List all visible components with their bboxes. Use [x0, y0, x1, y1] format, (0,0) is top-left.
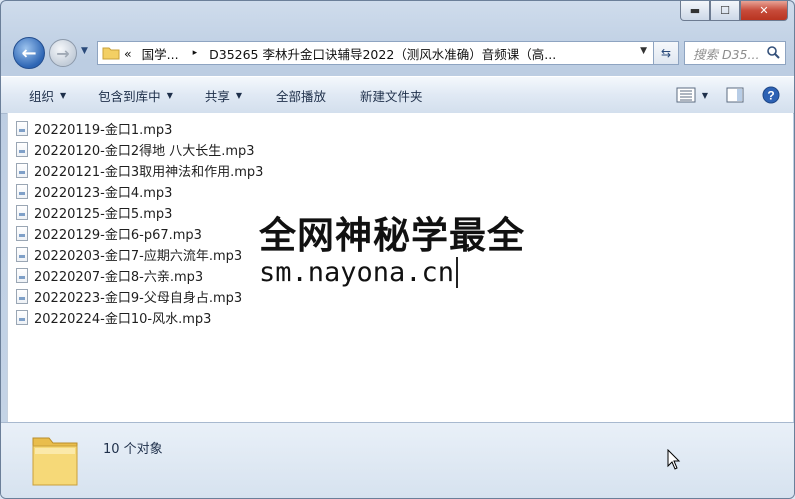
organize-button[interactable]: 组织 ▼	[19, 81, 76, 109]
list-item[interactable]: 20220123-金口4.mp3	[16, 181, 172, 202]
list-item[interactable]: 20220223-金口9-父母自身占.mp3	[16, 286, 242, 307]
chevron-down-icon: ▼	[701, 90, 708, 100]
address-bar[interactable]: « 国学... ▸ D35265 李林升金口诀辅导2022（测风水准确）音频课（…	[97, 41, 654, 65]
more-views-dropdown[interactable]: ▼	[700, 81, 714, 109]
audio-file-icon	[16, 289, 28, 304]
audio-file-icon	[16, 268, 28, 283]
file-name: 20220123-金口4.mp3	[34, 186, 173, 201]
list-item[interactable]: 20220121-金口3取用神法和作用.mp3	[16, 160, 263, 181]
explorer-window: ▬ ☐ ✕ ← → ▼ « 国学... ▸ D35265 李林升金口诀辅导202…	[0, 0, 795, 499]
breadcrumb-separator-icon[interactable]: ▸	[193, 48, 198, 58]
list-item[interactable]: 20220207-金口8-六亲.mp3	[16, 265, 203, 286]
list-item[interactable]: 20220125-金口5.mp3	[16, 202, 172, 223]
audio-file-icon	[16, 247, 28, 262]
details-pane: 10 个对象	[1, 422, 794, 498]
help-button[interactable]: ?	[756, 81, 794, 109]
watermark-title: 全网神秘学最全	[259, 214, 525, 257]
folder-icon	[32, 437, 78, 486]
mouse-pointer-icon	[667, 449, 681, 470]
view-controls: ▼ ?	[672, 77, 794, 113]
chevron-down-icon: ▼	[235, 90, 243, 100]
breadcrumb-prefix[interactable]: «	[124, 46, 132, 61]
item-count: 10 个对象	[103, 442, 163, 457]
folder-icon	[102, 47, 120, 60]
watermark: 全网神秘学最全 sm.nayona.cn	[251, 201, 551, 301]
list-item[interactable]: 20220203-金口7-应期六流年.mp3	[16, 244, 242, 265]
new-folder-button[interactable]: 新建文件夹	[350, 81, 433, 109]
audio-file-icon	[16, 205, 28, 220]
command-bar: 组织 ▼ 包含到库中 ▼ 共享 ▼ 全部播放 新建文件夹 ▼ ?	[1, 76, 794, 114]
list-item[interactable]: 20220120-金口2得地 八大长生.mp3	[16, 139, 255, 160]
close-button[interactable]: ✕	[740, 1, 788, 21]
play-all-button[interactable]: 全部播放	[266, 81, 336, 109]
include-in-library-button[interactable]: 包含到库中 ▼	[88, 81, 183, 109]
audio-file-icon	[16, 226, 28, 241]
file-list[interactable]: 20220119-金口1.mp3 20220120-金口2得地 八大长生.mp3…	[7, 113, 793, 422]
search-box[interactable]: 搜索 D35...	[684, 41, 786, 65]
maximize-button[interactable]: ☐	[710, 1, 740, 21]
search-input[interactable]: 搜索 D35...	[693, 44, 759, 63]
change-view-button[interactable]	[672, 81, 700, 109]
file-name: 20220224-金口10-风水.mp3	[34, 312, 212, 327]
file-name: 20220119-金口1.mp3	[34, 123, 173, 138]
file-name: 20220120-金口2得地 八大长生.mp3	[34, 144, 255, 159]
file-name: 20220223-金口9-父母自身占.mp3	[34, 291, 243, 306]
svg-text:?: ?	[767, 89, 774, 103]
audio-file-icon	[16, 310, 28, 325]
arrow-left-icon: ←	[21, 42, 37, 64]
file-name: 20220129-金口6-p67.mp3	[34, 228, 202, 243]
chevron-down-icon: ▼	[60, 90, 67, 100]
organize-label: 组织	[29, 88, 55, 104]
breadcrumb-item-guoxue[interactable]: 国学...	[142, 44, 179, 63]
arrow-right-icon: →	[56, 43, 70, 63]
back-button[interactable]: ←	[13, 37, 45, 69]
chevron-down-icon: ▼	[166, 90, 173, 100]
refresh-icon: ⇆	[660, 46, 672, 60]
list-item[interactable]: 20220129-金口6-p67.mp3	[16, 223, 202, 244]
file-name: 20220125-金口5.mp3	[34, 207, 173, 222]
address-dropdown-icon[interactable]: ▼	[640, 46, 647, 56]
audio-file-icon	[16, 184, 28, 199]
share-label: 共享	[204, 88, 230, 104]
file-name: 20220121-金口3取用神法和作用.mp3	[34, 165, 264, 180]
forward-button[interactable]: →	[49, 39, 77, 67]
recent-pages-dropdown[interactable]: ▼	[81, 46, 88, 56]
include-label: 包含到库中	[98, 88, 161, 104]
preview-pane-button[interactable]	[714, 81, 756, 109]
navigation-bar: ← → ▼ « 国学... ▸ D35265 李林升金口诀辅导2022（测风水准…	[1, 35, 794, 75]
file-name: 20220203-金口7-应期六流年.mp3	[34, 249, 243, 264]
audio-file-icon	[16, 142, 28, 157]
audio-file-icon	[16, 121, 28, 136]
list-item[interactable]: 20220224-金口10-风水.mp3	[16, 307, 211, 328]
refresh-button[interactable]: ⇆	[653, 41, 679, 65]
file-name: 20220207-金口8-六亲.mp3	[34, 270, 204, 285]
search-icon[interactable]	[767, 46, 780, 59]
share-button[interactable]: 共享 ▼	[195, 81, 252, 109]
preview-pane-icon	[726, 87, 744, 103]
audio-file-icon	[16, 163, 28, 178]
list-item[interactable]: 20220119-金口1.mp3	[16, 118, 172, 139]
help-icon: ?	[762, 86, 780, 104]
breadcrumb-item-current[interactable]: D35265 李林升金口诀辅导2022（测风水准确）音频课（高...	[209, 44, 556, 63]
caption-buttons: ▬ ☐ ✕	[680, 1, 788, 21]
minimize-button[interactable]: ▬	[680, 1, 710, 21]
watermark-url: sm.nayona.cn	[259, 257, 459, 288]
view-details-icon	[676, 87, 696, 103]
